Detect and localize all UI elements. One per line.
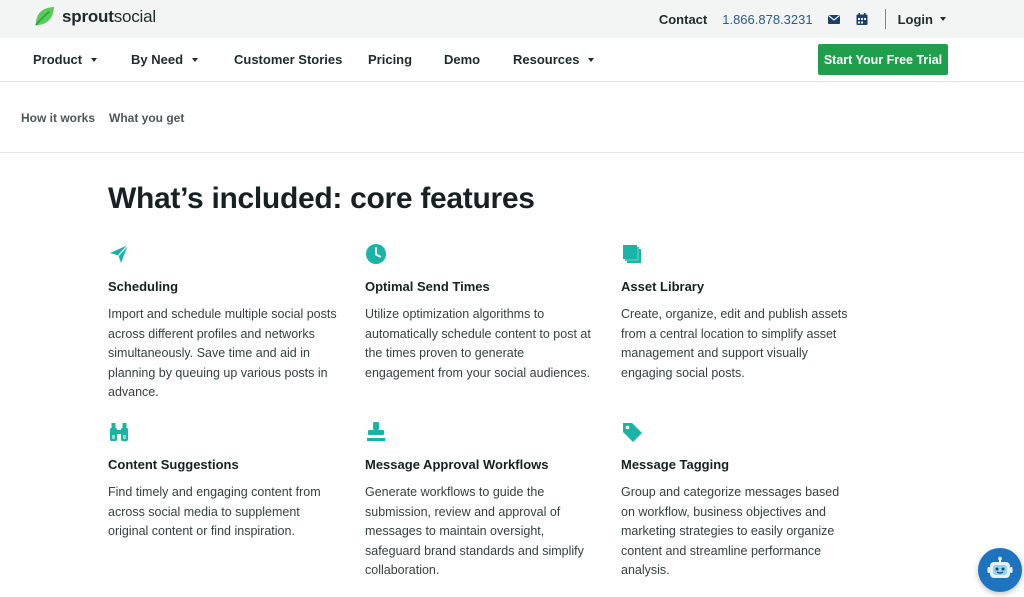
feature-title: Asset Library	[621, 279, 705, 294]
chat-bot-button[interactable]	[978, 548, 1022, 592]
chevron-down-icon	[91, 57, 98, 62]
page-title: What’s included: core features	[108, 182, 535, 215]
utility-links: Contact 1.866.878.3231 Login	[659, 0, 946, 38]
calendar-icon[interactable]	[855, 12, 869, 26]
feature-title: Scheduling	[108, 279, 179, 294]
feature-description: Utilize optimization algorithms to autom…	[365, 307, 591, 380]
chevron-down-icon	[588, 57, 595, 62]
nav-item-customer-stories[interactable]: Customer Stories	[234, 38, 342, 81]
phone-link[interactable]: 1.866.878.3231	[722, 12, 812, 27]
main-navigation: Product By Need Customer Stories Pricing…	[0, 38, 1024, 82]
nav-item-label: By Need	[131, 52, 184, 67]
clock-icon	[366, 244, 386, 264]
feature-title: Content Suggestions	[108, 457, 239, 472]
start-free-trial-button[interactable]: Start Your Free Trial	[818, 44, 948, 75]
utility-divider	[884, 9, 886, 29]
nav-item-product[interactable]: Product	[33, 38, 98, 81]
stamp-icon	[367, 422, 385, 441]
nav-item-pricing[interactable]: Pricing	[368, 38, 412, 81]
paper-plane-icon	[110, 244, 129, 263]
login-label: Login	[897, 11, 933, 27]
nav-item-demo[interactable]: Demo	[444, 38, 480, 81]
stacked-files-icon	[623, 245, 641, 263]
feature-title: Message Approval Workflows	[365, 457, 549, 472]
nav-item-label: Demo	[444, 52, 481, 67]
nav-item-label: Resources	[513, 52, 580, 67]
utility-bar: sproutsocial Contact 1.866.878.3231 Logi…	[0, 0, 1024, 38]
nav-item-label: Pricing	[368, 52, 413, 67]
chevron-down-icon	[192, 57, 199, 62]
contact-link[interactable]: Contact	[659, 12, 707, 27]
feature-description: Create, organize, edit and publish asset…	[621, 307, 848, 380]
logo-wordmark: sproutsocial	[62, 6, 156, 26]
sprout-social-logo[interactable]: sproutsocial	[33, 5, 156, 28]
tag-icon	[623, 423, 642, 442]
subnav-item-what-you-get[interactable]: What you get	[109, 111, 184, 125]
binoculars-icon	[110, 423, 128, 441]
feature-description: Generate workflows to guide the submissi…	[365, 485, 584, 578]
feature-optimal-send-times: Optimal Send Times Utilize optimization …	[365, 243, 595, 383]
nav-item-label: Product	[33, 52, 83, 67]
feature-scheduling: Scheduling Import and schedule multiple …	[108, 243, 338, 403]
feature-message-tagging: Message Tagging Group and categorize mes…	[621, 421, 851, 581]
feature-description: Import and schedule multiple social post…	[108, 307, 337, 400]
nav-item-label: Customer Stories	[234, 52, 343, 67]
chevron-down-icon	[940, 17, 946, 21]
login-menu[interactable]: Login	[898, 12, 946, 27]
nav-item-resources[interactable]: Resources	[513, 38, 595, 81]
subnav-item-how-it-works[interactable]: How it works	[21, 111, 95, 125]
robot-icon	[987, 556, 1013, 578]
nav-item-by-need[interactable]: By Need	[131, 38, 199, 81]
feature-message-approval-workflows: Message Approval Workflows Generate work…	[365, 421, 595, 581]
feature-description: Group and categorize messages based on w…	[621, 485, 840, 578]
feature-title: Optimal Send Times	[365, 279, 490, 294]
section-subnav: How it works What you get	[0, 82, 1024, 153]
feature-title: Message Tagging	[621, 457, 730, 472]
feature-description: Find timely and engaging content from ac…	[108, 485, 321, 539]
feature-asset-library: Asset Library Create, organize, edit and…	[621, 243, 851, 383]
sprout-leaf-icon	[35, 6, 55, 26]
feature-content-suggestions: Content Suggestions Find timely and enga…	[108, 421, 338, 542]
envelope-icon[interactable]	[827, 12, 841, 26]
